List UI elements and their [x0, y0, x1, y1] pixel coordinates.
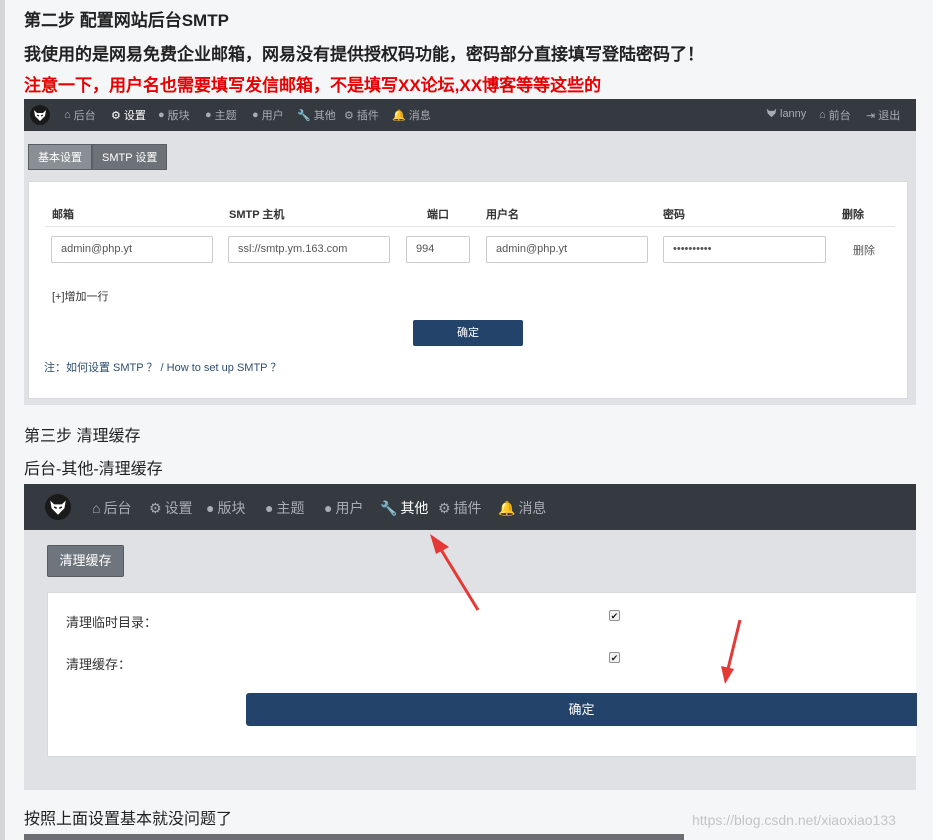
clear-cache-screenshot: ⌂ 后台 ⚙ 设置 ● 版块 ● 主题 ● 用户 🔧 其他 ⚙ 插件 🔔 消息 …: [24, 484, 917, 790]
arrow-to-submit-button-icon: [721, 619, 742, 684]
comment-icon: ●: [158, 109, 165, 121]
nav-username: lanny: [780, 108, 807, 120]
warning-note: 注意一下，用户名也需要填写发信邮箱，不是填写XX论坛,XX博客等等这些的: [24, 76, 602, 95]
step3-path: 后台-其他-清理缓存: [24, 461, 163, 478]
bell-icon: 🔔: [392, 109, 406, 122]
wrench-icon: 🔧: [297, 109, 311, 122]
smtp-settings-screenshot: ⌂ 后台 ⚙ 设置 ● 版块 ● 主题 ● 用户 🔧 其他 ⚙ 插件 🔔 消息 …: [24, 99, 916, 405]
nav-label: 前台: [828, 110, 851, 122]
page-left-border: [0, 0, 5, 840]
smtp-submit-button[interactable]: 确定: [413, 320, 523, 346]
nav-item-logout[interactable]: ⇥ 退出: [866, 107, 900, 123]
user-avatar-icon: [766, 107, 777, 121]
nav-label: 其他: [313, 110, 336, 122]
column-header-delete: 删除: [842, 209, 864, 221]
smtp-form-panel: 邮箱 SMTP 主机 端口 用户名 密码 删除 admin@php.yt ssl…: [28, 181, 908, 399]
email-note: 我使用的是网易免费企业邮箱，网易没有提供授权码功能，密码部分直接填写登陆密码了！: [24, 45, 704, 64]
nav-label: 设置: [123, 110, 146, 122]
column-header-email: 邮箱: [52, 209, 74, 221]
column-header-password: 密码: [663, 209, 685, 221]
nav-label: 退出: [878, 110, 901, 122]
home-icon: ⌂: [819, 109, 826, 121]
smtp-help-link[interactable]: 注：如何设置 SMTP ？ / How to set up SMTP ？: [44, 359, 281, 375]
nav-item-other[interactable]: 🔧 其他: [297, 107, 336, 123]
step2-heading: 第二步 配置网站后台SMTP: [24, 11, 229, 30]
next-image-edge: [24, 834, 684, 840]
nav-item-dashboard[interactable]: ⌂ 后台: [64, 107, 96, 123]
step3-heading: 第三步 清理缓存: [24, 428, 141, 445]
settings-tabs: 基本设置 SMTP 设置: [28, 144, 168, 170]
delete-row-link[interactable]: 删除: [853, 242, 875, 258]
nav-item-messages[interactable]: 🔔 消息: [392, 107, 431, 123]
port-input[interactable]: 994: [406, 236, 470, 263]
blog-watermark: https://blog.csdn.net/xiaoxiao133: [692, 812, 896, 828]
nav-label: 消息: [408, 110, 431, 122]
add-row-link[interactable]: [+]增加一行: [52, 288, 109, 304]
gears-icon: ⚙: [344, 109, 354, 122]
nav-label: 主题: [214, 110, 237, 122]
arrow-to-other-menu-icon: [430, 534, 480, 611]
gear-icon: ⚙: [111, 109, 121, 122]
header-divider: [45, 226, 895, 227]
site-logo-icon[interactable]: [30, 105, 50, 125]
nav-label: 版块: [167, 110, 190, 122]
column-header-username: 用户名: [486, 209, 519, 221]
nav-item-plugins[interactable]: ⚙ 插件: [344, 107, 379, 123]
annotation-arrows: [430, 534, 742, 684]
username-input[interactable]: admin@php.yt: [486, 236, 648, 263]
nav-item-frontend[interactable]: ⌂ 前台: [819, 107, 851, 123]
final-note: 按照上面设置基本就没问题了: [24, 811, 233, 828]
nav-item-forums[interactable]: ● 版块: [158, 107, 190, 123]
email-input[interactable]: admin@php.yt: [51, 236, 213, 263]
nav-label: 用户: [261, 110, 284, 122]
home-icon: ⌂: [64, 109, 71, 121]
smtp-host-input[interactable]: ssl://smtp.ym.163.com: [228, 236, 390, 263]
wolf-logo-icon: [34, 110, 46, 121]
comment-icon: ●: [205, 109, 212, 121]
password-input[interactable]: ••••••••••: [663, 236, 826, 263]
nav-user-menu[interactable]: lanny: [766, 107, 806, 121]
admin-navbar: ⌂ 后台 ⚙ 设置 ● 版块 ● 主题 ● 用户 🔧 其他 ⚙ 插件 🔔 消: [24, 99, 916, 131]
nav-item-topics[interactable]: ● 主题: [205, 107, 237, 123]
column-header-host: SMTP 主机: [229, 209, 285, 221]
tab-basic-settings[interactable]: 基本设置: [28, 144, 92, 170]
nav-label: 后台: [73, 110, 96, 122]
column-header-port: 端口: [427, 209, 449, 221]
nav-item-users[interactable]: ● 用户: [252, 107, 284, 123]
nav-label: 插件: [356, 110, 379, 122]
logout-icon: ⇥: [866, 109, 876, 122]
tab-smtp-settings[interactable]: SMTP 设置: [92, 144, 168, 170]
nav-item-settings[interactable]: ⚙ 设置: [111, 107, 146, 123]
user-icon: ●: [252, 109, 259, 121]
